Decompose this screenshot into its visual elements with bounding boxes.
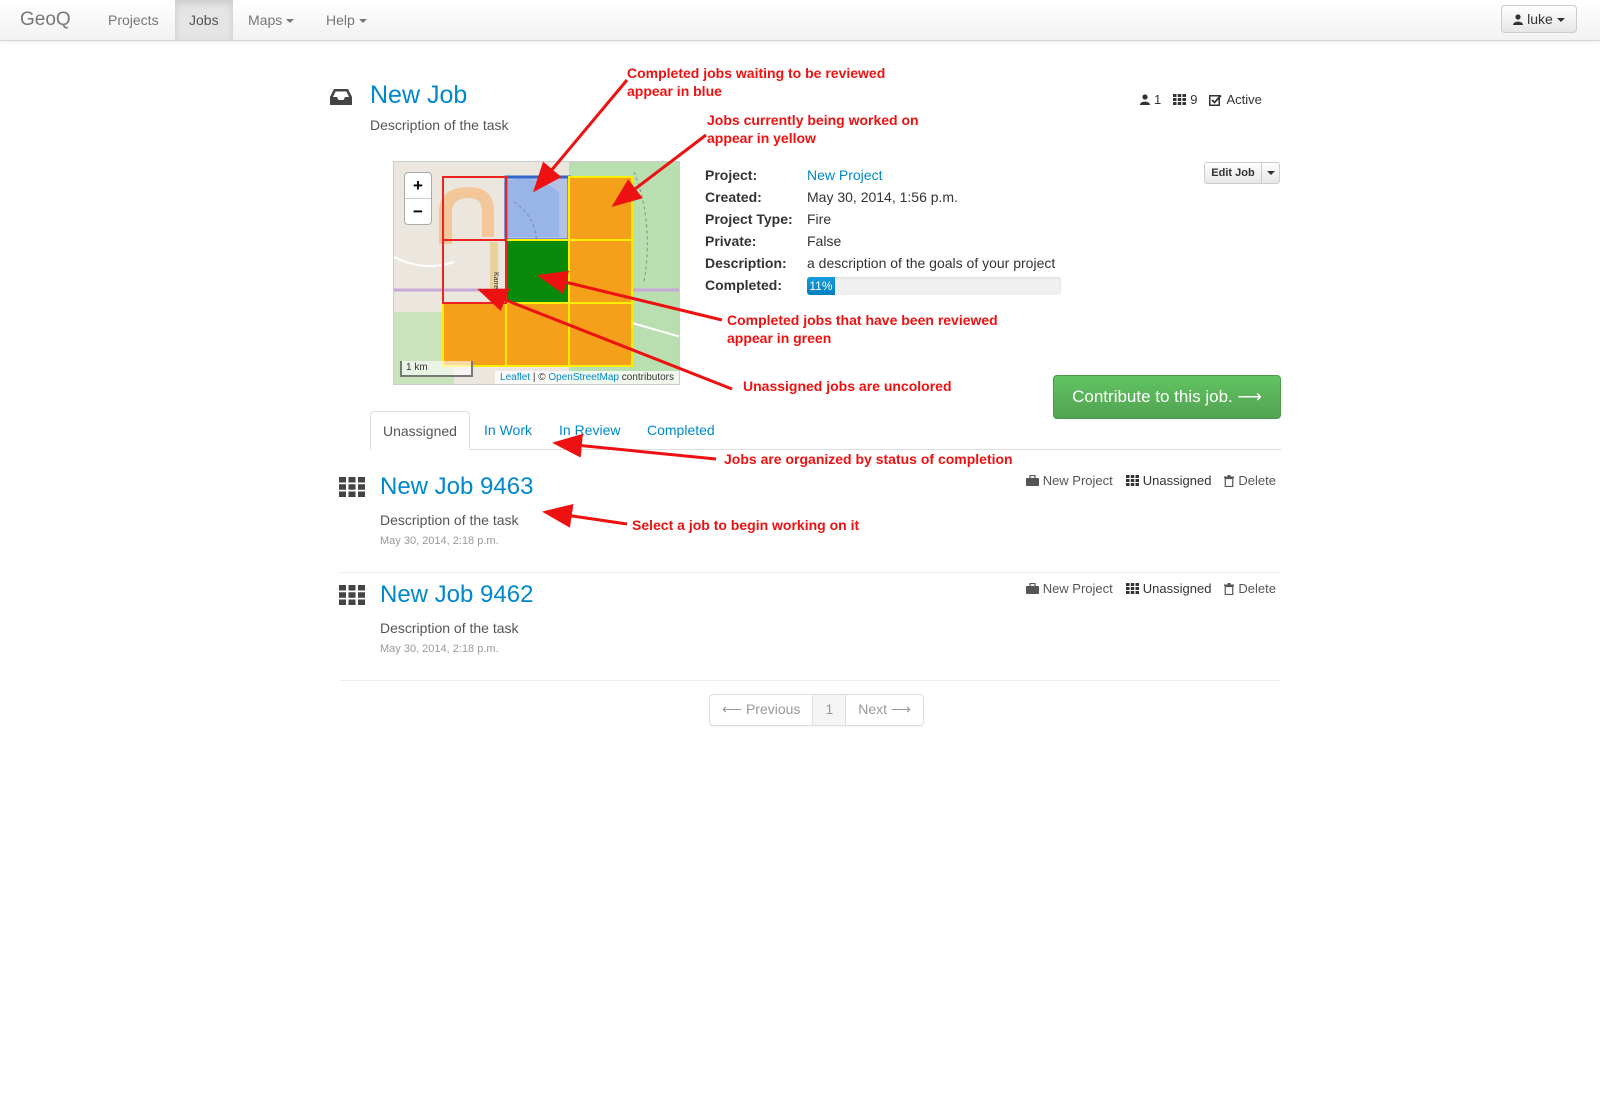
arrow-to-yellow-cell — [611, 133, 707, 207]
arrow-to-job — [542, 504, 628, 528]
annotation-arrows — [477, 79, 733, 528]
arrow-to-green-cell — [537, 270, 723, 322]
arrow-to-blue-cell — [533, 79, 629, 193]
arrow-to-unassigned-cell — [477, 288, 733, 391]
arrow-to-tabs — [552, 433, 717, 461]
